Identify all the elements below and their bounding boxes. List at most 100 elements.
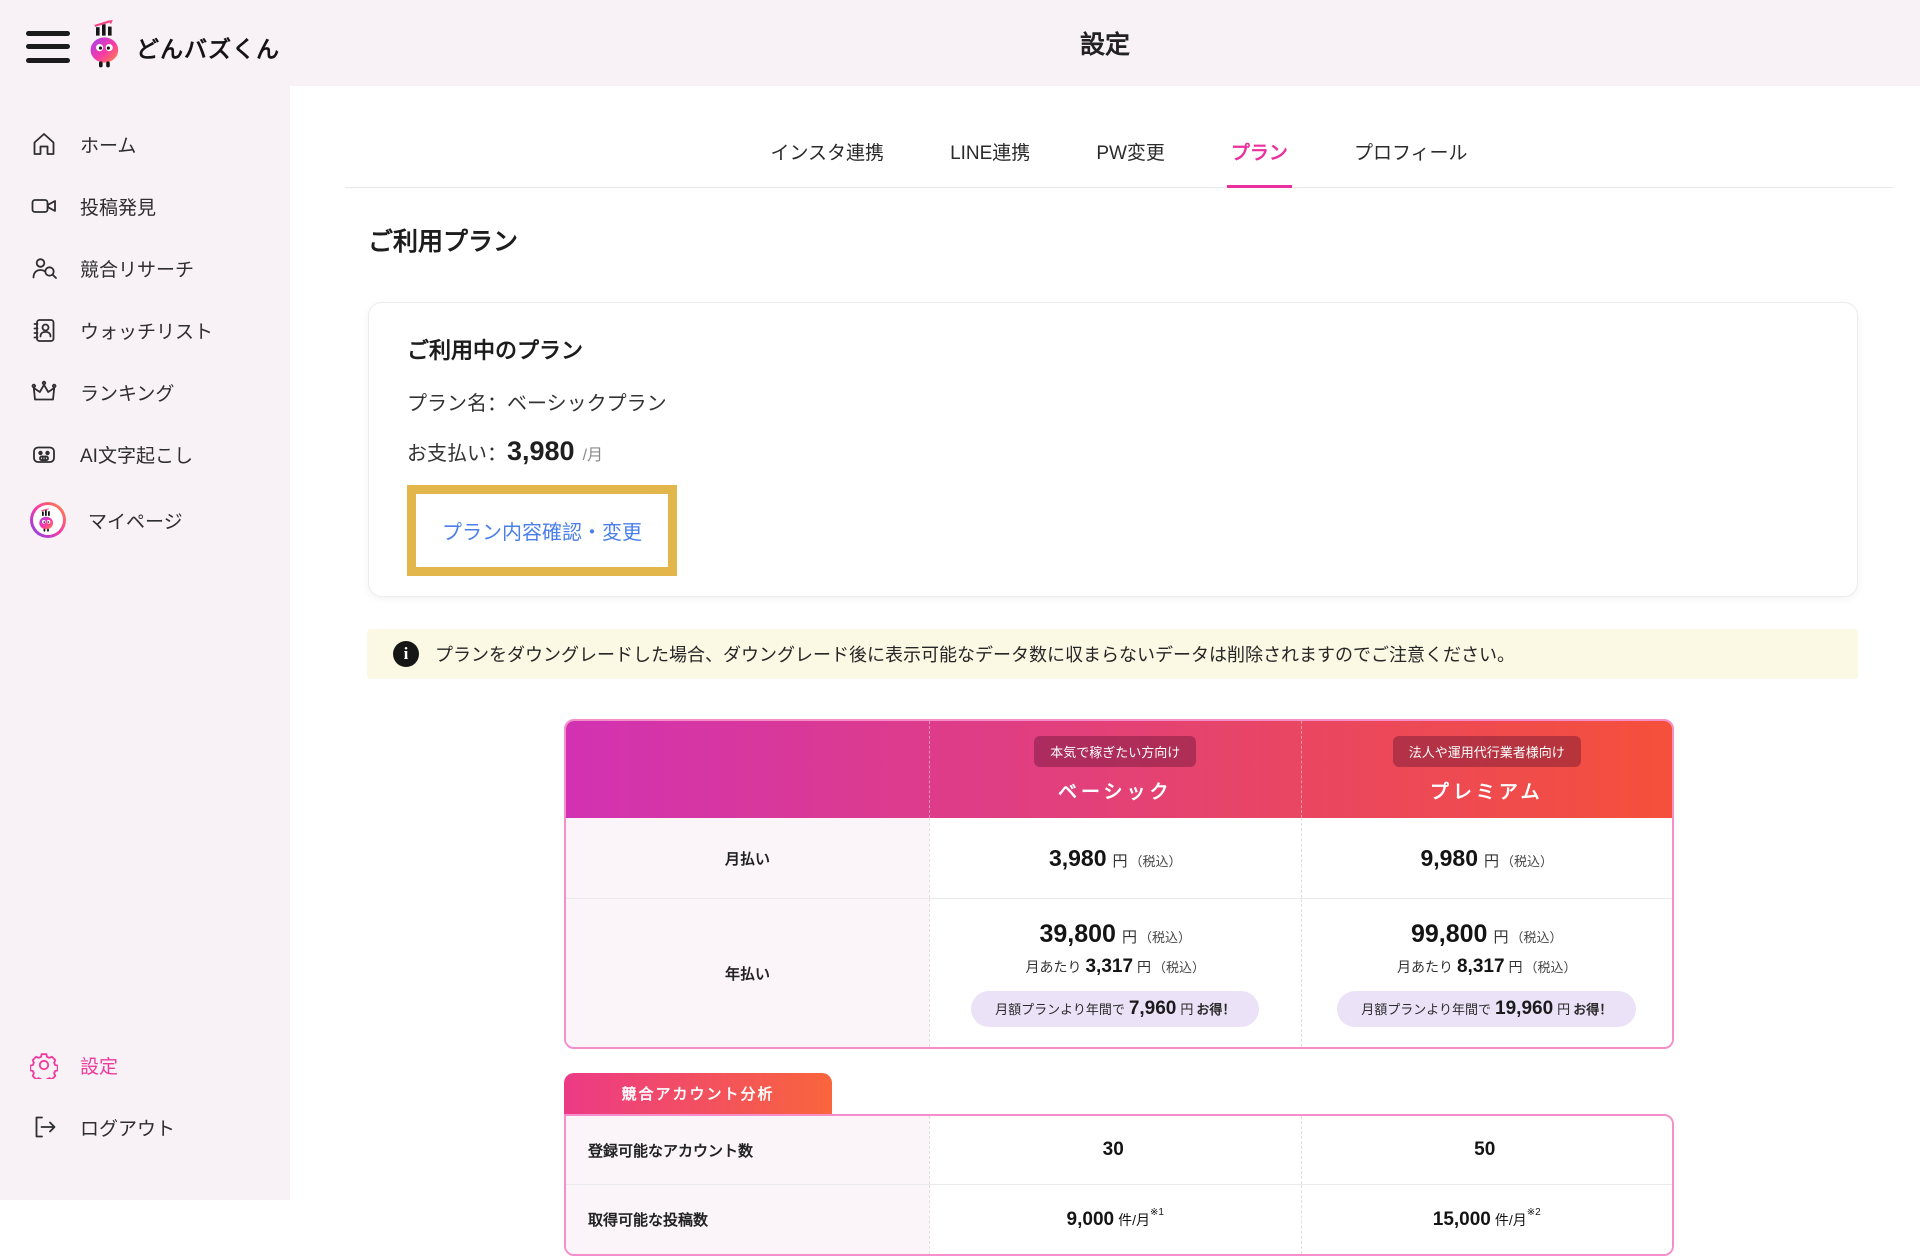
- plan-change-link[interactable]: プラン内容確認・変更: [442, 522, 642, 544]
- app-logo-text: どんバズくん: [136, 30, 280, 64]
- video-camera-icon: [30, 192, 58, 220]
- hamburger-menu-button[interactable]: [26, 29, 70, 65]
- tax-note: （税込）: [1130, 851, 1182, 870]
- sidebar-item-label: 競合リサーチ: [80, 255, 194, 282]
- settings-tabs: インスタ連携 LINE連携 PW変更 プラン プロフィール: [345, 86, 1893, 188]
- header-premium-cell: 法人や運用代行業者様向け プレミアム: [1301, 721, 1673, 818]
- tab-plan[interactable]: プラン: [1227, 138, 1292, 187]
- header-basic-cell: 本気で稼ぎたい方向け ベーシック: [929, 721, 1301, 818]
- feature-label: 登録可能なアカウント数: [566, 1116, 929, 1184]
- feature-premium-value: 15,000 件/月 ※2: [1301, 1185, 1673, 1254]
- tax-note: （税込）: [1139, 927, 1191, 946]
- sidebar-item-ai-transcription[interactable]: AI文字起こし: [0, 423, 290, 485]
- current-plan-title: ご利用中のプラン: [407, 333, 1819, 365]
- sidebar-item-label: ランキング: [80, 379, 174, 406]
- monthly-basic-price: 3,980: [1049, 845, 1107, 872]
- tax-note: （税込）: [1501, 851, 1553, 870]
- monthly-basic-cell: 3,980 円 （税込）: [929, 818, 1301, 898]
- feature-premium-value: 50: [1301, 1116, 1673, 1184]
- feature-table: 登録可能なアカウント数 30 50 取得可能な投稿数 9,000 件/月 ※1: [564, 1114, 1674, 1256]
- home-icon: [30, 130, 58, 158]
- sidebar-item-mypage[interactable]: マイページ: [0, 485, 290, 555]
- yearly-premium-cell: 99,800 円 （税込） 月あたり 8,317 円 （税込） 月額プランより年…: [1301, 899, 1673, 1047]
- table-row-posts: 取得可能な投稿数 9,000 件/月 ※1 15,000 件/月 ※2: [566, 1184, 1672, 1254]
- sidebar-item-label: AI文字起こし: [80, 441, 193, 468]
- feature-basic-value: 9,000 件/月 ※1: [929, 1185, 1301, 1254]
- sidebar-menu: ホーム 投稿発見 競合リサーチ ウォッチ: [0, 113, 290, 555]
- sidebar-item-settings[interactable]: 設定: [0, 1034, 290, 1096]
- tab-instagram-link[interactable]: インスタ連携: [766, 138, 888, 187]
- sidebar-item-label: ホーム: [80, 131, 136, 158]
- basic-badge: 本気で稼ぎたい方向け: [1034, 736, 1196, 767]
- sidebar-item-label: ログアウト: [80, 1114, 175, 1141]
- gear-icon: [30, 1051, 58, 1079]
- payment-line: お支払い： 3,980 /月: [407, 436, 1819, 467]
- premium-plan-name: プレミアム: [1430, 777, 1544, 804]
- sidebar-item-logout[interactable]: ログアウト: [0, 1096, 290, 1158]
- sidebar-item-competitor-research[interactable]: 競合リサーチ: [0, 237, 290, 299]
- yen-unit: 円: [1122, 926, 1137, 947]
- yearly-basic-permonth: 月あたり 3,317 円 （税込）: [1025, 956, 1205, 978]
- table-row-accounts: 登録可能なアカウント数 30 50: [566, 1116, 1672, 1184]
- downgrade-notice: i プランをダウングレードした場合、ダウングレード後に表示可能なデータ数に収まら…: [367, 629, 1858, 679]
- tab-password-change[interactable]: PW変更: [1092, 138, 1169, 187]
- plan-name-value: ベーシックプラン: [507, 393, 667, 415]
- monthly-premium-price: 9,980: [1420, 845, 1478, 872]
- logout-icon: [30, 1113, 58, 1141]
- yearly-row: 年払い 39,800 円 （税込） 月あたり 3,317 円 （税込） 月額プラ: [566, 898, 1672, 1047]
- pricing-table-header: 本気で稼ぎたい方向け ベーシック 法人や運用代行業者様向け プレミアム: [566, 721, 1672, 818]
- yen-unit: 円: [1493, 926, 1508, 947]
- crown-icon: [30, 378, 58, 406]
- sidebar-item-watchlist[interactable]: ウォッチリスト: [0, 299, 290, 361]
- address-book-icon: [30, 316, 58, 344]
- monthly-label: 月払い: [566, 818, 929, 898]
- page-title: ご利用プラン: [368, 222, 1893, 258]
- monthly-row: 月払い 3,980 円 （税込） 9,980 円 （税込）: [566, 818, 1672, 898]
- sidebar-bottom: 設定 ログアウト: [0, 1034, 290, 1200]
- sidebar-item-label: マイページ: [88, 507, 183, 534]
- sidebar-item-label: 設定: [80, 1052, 118, 1079]
- tax-note: （税込）: [1510, 927, 1562, 946]
- sidebar: どんバズくん ホーム 投稿発見 競合リサーチ: [0, 0, 290, 1200]
- yen-unit: 円: [1113, 850, 1128, 871]
- competitor-analysis-tag: 競合アカウント分析: [564, 1073, 832, 1114]
- page-header-title: 設定: [1080, 25, 1130, 61]
- sidebar-item-label: 投稿発見: [80, 193, 156, 220]
- mascot-icon: [86, 20, 130, 73]
- main-content: インスタ連携 LINE連携 PW変更 プラン プロフィール ご利用プラン ご利用…: [290, 86, 1920, 1200]
- yearly-premium-price: 99,800: [1411, 920, 1487, 949]
- tab-profile[interactable]: プロフィール: [1350, 138, 1472, 187]
- mascot-avatar-icon: [37, 508, 59, 532]
- feature-basic-value: 30: [929, 1116, 1301, 1184]
- app-logo[interactable]: どんバズくん: [86, 20, 280, 73]
- sidebar-item-label: ウォッチリスト: [80, 317, 213, 344]
- sidebar-item-ranking[interactable]: ランキング: [0, 361, 290, 423]
- premium-badge: 法人や運用代行業者様向け: [1393, 736, 1581, 767]
- monthly-premium-cell: 9,980 円 （税込）: [1301, 818, 1673, 898]
- avatar: [30, 502, 66, 538]
- notice-text: プランをダウングレードした場合、ダウングレード後に表示可能なデータ数に収まらない…: [435, 641, 1515, 667]
- payment-label: お支払い：: [407, 437, 507, 466]
- info-icon: i: [393, 641, 419, 667]
- sidebar-item-post-discovery[interactable]: 投稿発見: [0, 175, 290, 237]
- yearly-basic-savings-pill: 月額プランより年間で 7,960 円 お得！: [971, 991, 1259, 1027]
- current-plan-card: ご利用中のプラン プラン名：ベーシックプラン お支払い： 3,980 /月 プラ…: [368, 302, 1858, 597]
- payment-unit: /月: [583, 441, 603, 465]
- yearly-basic-cell: 39,800 円 （税込） 月あたり 3,317 円 （税込） 月額プランより年…: [929, 899, 1301, 1047]
- tab-line-link[interactable]: LINE連携: [946, 138, 1034, 187]
- robot-icon: [30, 440, 58, 468]
- basic-plan-name: ベーシック: [1058, 777, 1173, 804]
- sidebar-header: どんバズくん: [0, 0, 290, 73]
- pricing-table: 本気で稼ぎたい方向け ベーシック 法人や運用代行業者様向け プレミアム 月払い …: [564, 719, 1674, 1049]
- yearly-basic-price: 39,800: [1040, 920, 1116, 949]
- sidebar-item-home[interactable]: ホーム: [0, 113, 290, 175]
- yearly-premium-permonth: 月あたり 8,317 円 （税込）: [1397, 956, 1577, 978]
- yearly-label: 年払い: [566, 899, 929, 1047]
- person-search-icon: [30, 254, 58, 282]
- plan-name-line: プラン名：ベーシックプラン: [407, 387, 1819, 416]
- yen-unit: 円: [1484, 850, 1499, 871]
- plan-name-label: プラン名：: [407, 393, 507, 415]
- plan-change-highlight-box: プラン内容確認・変更: [407, 485, 677, 576]
- feature-label: 取得可能な投稿数: [566, 1185, 929, 1254]
- top-bar: 設定: [290, 0, 1920, 86]
